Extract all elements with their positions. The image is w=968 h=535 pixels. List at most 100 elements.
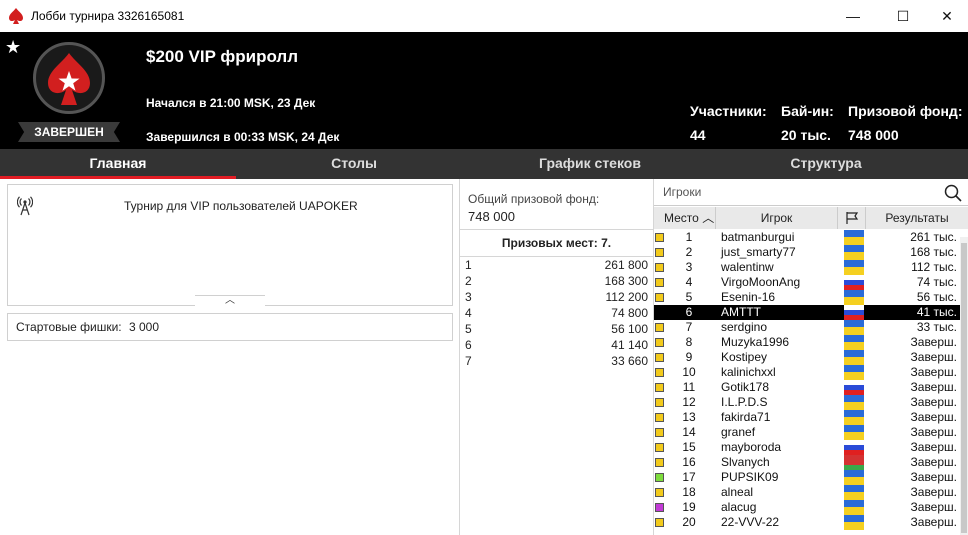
tournament-description: Турнир для VIP пользователей UAPOKER <box>124 199 358 213</box>
tab-structure[interactable]: Структура <box>708 149 944 179</box>
prize-pool-label: Призовой фонд: <box>848 103 963 119</box>
col-place-label: Место <box>664 211 699 225</box>
col-flag[interactable] <box>838 207 866 229</box>
broadcast-antenna-icon <box>17 196 33 216</box>
player-row[interactable]: 18 alneal Заверш. <box>654 485 960 500</box>
scrollbar-thumb[interactable] <box>961 243 967 533</box>
maximize-button[interactable]: ☐ <box>880 0 926 32</box>
buyin-label: Бай-ин: <box>781 103 834 119</box>
player-rank: 11 <box>682 380 696 394</box>
tab-main[interactable]: Главная <box>0 149 236 179</box>
player-rank: 10 <box>682 365 696 379</box>
col-player[interactable]: Игрок <box>716 207 838 229</box>
player-status-square <box>655 458 664 467</box>
prize-pool-value: 748 000 <box>848 127 899 143</box>
player-result: 168 тыс. <box>910 245 957 259</box>
player-row[interactable]: 2 just_smarty77 168 тыс. <box>654 245 960 260</box>
player-rank: 1 <box>685 230 693 244</box>
country-flag-icon <box>844 290 864 305</box>
player-result: 56 тыс. <box>916 290 957 304</box>
player-row[interactable]: 10 kalinichxxl Заверш. <box>654 365 960 380</box>
player-rank: 9 <box>685 350 693 364</box>
prize-row: 3 112 200 <box>460 289 653 305</box>
player-status-square <box>655 428 664 437</box>
end-time: Завершился в 00:33 MSK, 24 Дек <box>146 130 340 144</box>
close-button[interactable]: ✕ <box>924 0 968 32</box>
player-row[interactable]: 6 AMTTT 41 тыс. <box>654 305 960 320</box>
player-status-square <box>655 353 664 362</box>
player-rank: 8 <box>685 335 693 349</box>
player-row[interactable]: 15 mayboroda Заверш. <box>654 440 960 455</box>
player-row[interactable]: 17 PUPSIK09 Заверш. <box>654 470 960 485</box>
player-result: Заверш. <box>910 485 957 499</box>
player-rank: 3 <box>685 260 693 274</box>
player-result: Заверш. <box>910 335 957 349</box>
player-name: alneal <box>721 485 754 499</box>
player-name: VirgoMoonAng <box>721 275 801 289</box>
starting-chips-value: 3 000 <box>129 320 160 334</box>
player-status-square <box>655 488 664 497</box>
country-flag-icon <box>844 395 864 410</box>
prize-amount: 168 300 <box>604 274 648 288</box>
player-result: Заверш. <box>910 395 957 409</box>
player-row[interactable]: 20 22-VVV-22 Заверш. <box>654 515 960 530</box>
player-name: batmanburgui <box>721 230 795 244</box>
player-search[interactable]: Игроки <box>654 179 968 206</box>
tournament-name: $200 VIP фриролл <box>146 47 299 66</box>
player-result: 74 тыс. <box>916 275 957 289</box>
player-row[interactable]: 16 Slvanych Заверш. <box>654 455 960 470</box>
player-row[interactable]: 19 alacug Заверш. <box>654 500 960 515</box>
player-row[interactable]: 11 Gotik178 Заверш. <box>654 380 960 395</box>
participants-label: Участники: <box>690 103 767 119</box>
player-name: AMTTT <box>721 305 761 319</box>
player-result: Заверш. <box>910 455 957 469</box>
title-bar[interactable]: Лобби турнира 3326165081 — ☐ ✕ <box>0 0 968 32</box>
player-name: just_smarty77 <box>721 245 796 259</box>
player-status-square <box>655 503 664 512</box>
player-row[interactable]: 7 serdgino 33 тыс. <box>654 320 960 335</box>
player-row[interactable]: 9 Kostipey Заверш. <box>654 350 960 365</box>
player-rank: 18 <box>682 485 696 499</box>
search-icon[interactable] <box>944 184 962 202</box>
country-flag-icon <box>844 350 864 365</box>
player-row[interactable]: 8 Muzyka1996 Заверш. <box>654 335 960 350</box>
player-rank: 2 <box>685 245 693 259</box>
prize-place: 3 <box>465 290 472 304</box>
player-row[interactable]: 12 I.L.P.D.S Заверш. <box>654 395 960 410</box>
player-rank: 12 <box>682 395 696 409</box>
starting-chips: Стартовые фишки: 3 000 <box>7 313 453 341</box>
player-row[interactable]: 3 walentinw 112 тыс. <box>654 260 960 275</box>
player-rank: 5 <box>685 290 693 304</box>
players-panel: Игроки Место ︿ Игрок Результаты 1 batmanb… <box>654 179 968 535</box>
spade-star-icon <box>48 53 90 105</box>
col-results-label: Результаты <box>885 211 949 225</box>
description-box: Турнир для VIP пользователей UAPOKER <box>7 184 453 306</box>
player-rank: 20 <box>682 515 696 529</box>
flag-icon <box>845 212 858 224</box>
minimize-button[interactable]: — <box>830 0 876 32</box>
participants-value: 44 <box>690 127 706 143</box>
players-table-header: Место ︿ Игрок Результаты <box>654 207 968 229</box>
tab-tables[interactable]: Столы <box>236 149 472 179</box>
player-rank: 13 <box>682 410 696 424</box>
player-row[interactable]: 14 granef Заверш. <box>654 425 960 440</box>
player-rank: 6 <box>685 305 693 319</box>
player-row[interactable]: 5 Esenin-16 56 тыс. <box>654 290 960 305</box>
collapse-chevron-up-icon[interactable]: ︿ <box>195 295 265 307</box>
country-flag-icon <box>844 485 864 500</box>
col-results[interactable]: Результаты <box>866 207 968 229</box>
favorite-star-icon[interactable]: ★ <box>5 37 21 58</box>
player-row[interactable]: 13 fakirda71 Заверш. <box>654 410 960 425</box>
col-place[interactable]: Место ︿ <box>654 207 716 229</box>
player-name: 22-VVV-22 <box>721 515 780 529</box>
player-row[interactable]: 4 VirgoMoonAng 74 тыс. <box>654 275 960 290</box>
scrollbar[interactable] <box>960 237 968 535</box>
player-search-input[interactable]: Игроки <box>663 185 701 199</box>
prize-amount: 33 660 <box>611 354 648 368</box>
country-flag-icon <box>844 380 864 395</box>
player-rank: 17 <box>682 470 696 484</box>
player-name: Kostipey <box>721 350 768 364</box>
player-name: fakirda71 <box>721 410 771 424</box>
player-row[interactable]: 1 batmanburgui 261 тыс. <box>654 230 960 245</box>
tab-stack-chart[interactable]: График стеков <box>472 149 708 179</box>
